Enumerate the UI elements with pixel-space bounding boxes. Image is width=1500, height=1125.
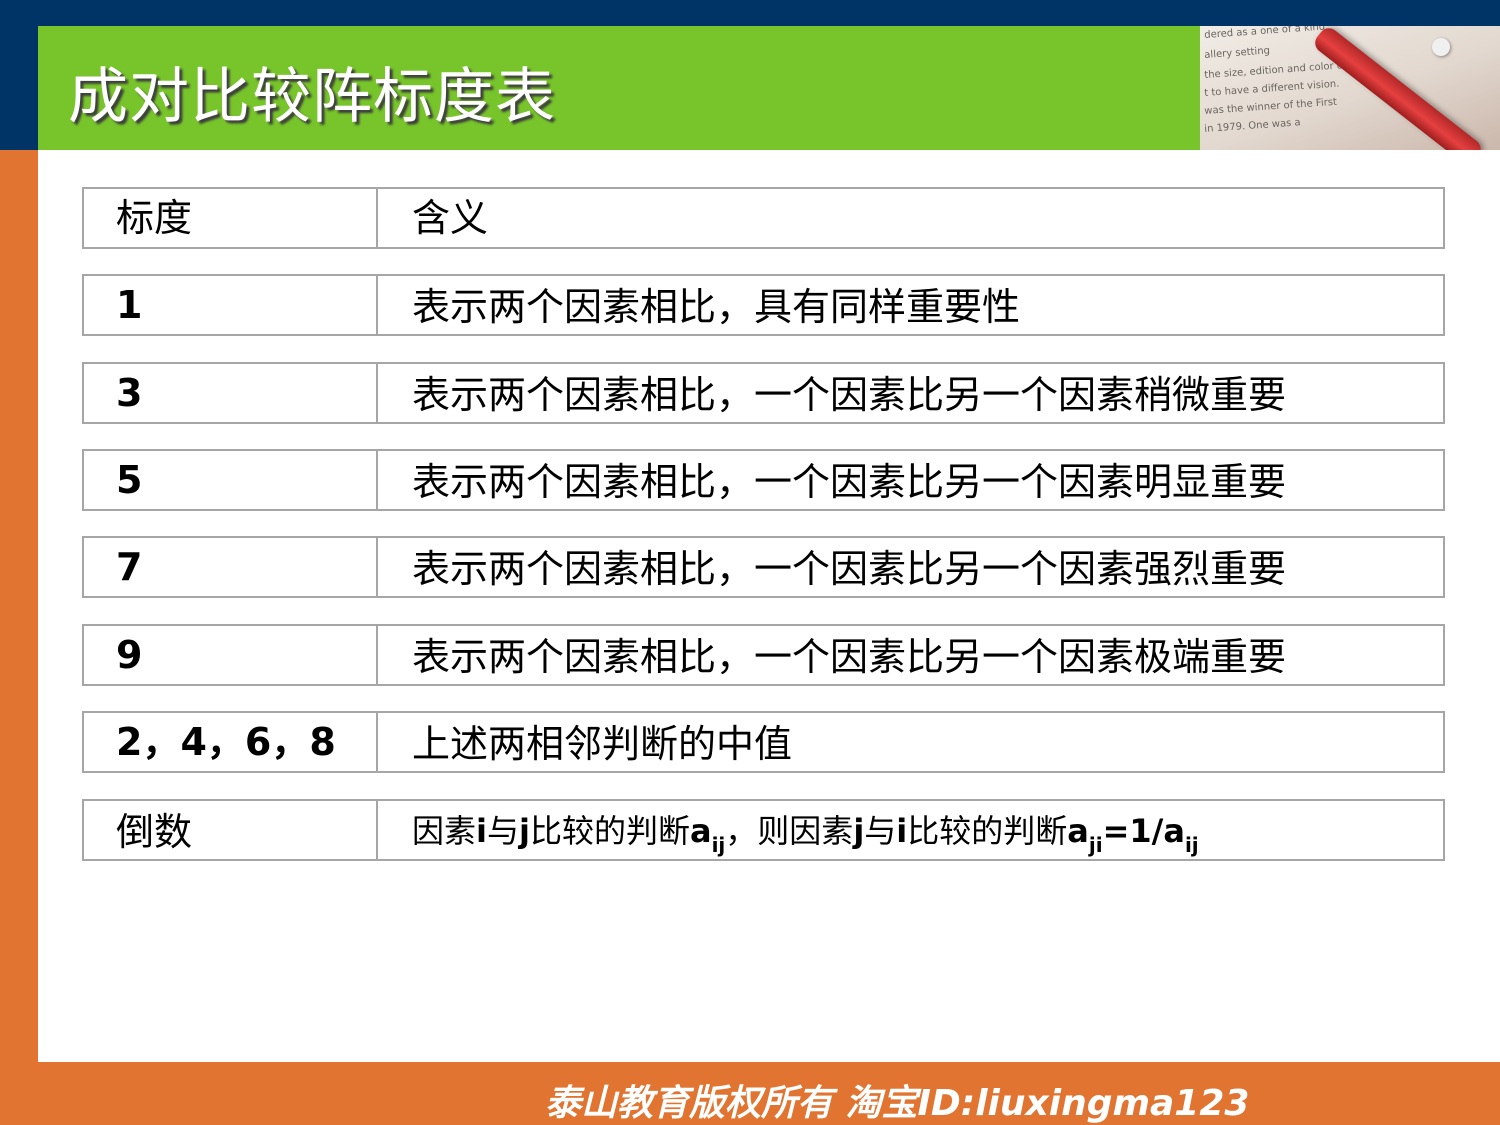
formula-var-j: j [519,812,530,850]
meaning-cell: 表示两个因素相比，一个因素比另一个因素稍微重要 [380,364,1443,422]
formula-var-a: a [689,812,712,850]
meaning-text: 表示两个因素相比，具有同样重要性 [412,285,1021,329]
formula-text: 比较的判断 [529,812,690,850]
photo-text-line: dered as a one of a kind [1204,26,1326,41]
table-row: 3 表示两个因素相比，一个因素比另一个因素稍微重要 [82,362,1445,424]
formula-var-j: j [853,812,865,850]
table-row: 1 表示两个因素相比，具有同样重要性 [82,274,1445,336]
corner-photo: dered as a one of a kind allery setting … [1200,26,1500,150]
meaning-text: 表示两个因素相比，一个因素比另一个因素强烈重要 [412,547,1287,591]
reciprocal-formula: 因素i与j比较的判断aij，则因素j与i比较的判断aji=1/aij [412,811,1199,865]
meaning-cell: 上述两相邻判断的中值 [380,713,1443,771]
table-row: 2，4，6，8 上述两相邻判断的中值 [82,711,1445,773]
footer-copyright: 泰山教育版权所有 淘宝ID:liuxingma123 [545,1083,1250,1124]
scale-value: 5 [116,458,143,502]
scale-cell: 7 [84,538,378,596]
scale-value: 倒数 [116,810,193,854]
scale-value: 9 [116,633,143,677]
header-meaning-cell: 含义 [380,189,1443,247]
photo-text-line: t to have a different vision. [1204,78,1340,99]
meaning-cell: 表示两个因素相比，一个因素比另一个因素强烈重要 [380,538,1443,596]
meaning-text: 表示两个因素相比，一个因素比另一个因素明显重要 [412,460,1287,504]
photo-text-line: allery setting [1204,45,1271,61]
photo-text-line: was the winner of the First [1204,96,1338,117]
formula-text: ，则因素 [725,812,854,850]
scale-cell: 倒数 [84,801,378,859]
table-header-row: 标度 含义 [82,187,1445,249]
table-row-reciprocal: 倒数 因素i与j比较的判断aij，则因素j与i比较的判断aji=1/aij [82,799,1445,861]
meaning-cell: 表示两个因素相比，一个因素比另一个因素极端重要 [380,626,1443,684]
scale-cell: 5 [84,451,378,509]
title-bar: 成对比较阵标度表 [38,26,1200,150]
header-meaning-label: 含义 [412,196,489,240]
formula-subscript: ij [711,833,726,857]
header-scale-cell: 标度 [84,189,378,247]
formula-text: 与 [486,812,519,850]
formula-var-a: a [1163,812,1185,850]
meaning-cell: 表示两个因素相比，一个因素比另一个因素明显重要 [380,451,1443,509]
formula-var-i: i [476,812,487,850]
meaning-text: 表示两个因素相比，一个因素比另一个因素极端重要 [412,635,1287,679]
table-row: 5 表示两个因素相比，一个因素比另一个因素明显重要 [82,449,1445,511]
scale-value: 7 [116,545,143,589]
photo-text-line: in 1979. One was a [1204,117,1302,135]
pen-cap-icon [1432,38,1450,56]
formula-subscript: ij [1184,833,1199,857]
scale-cell: 2，4，6，8 [84,713,378,771]
formula-text: 与 [864,812,897,850]
meaning-cell: 表示两个因素相比，具有同样重要性 [380,276,1443,334]
formula-equals: =1/ [1102,812,1164,850]
scale-cell: 3 [84,364,378,422]
scale-value: 1 [116,283,143,327]
scale-value: 2，4，6，8 [116,720,336,764]
meaning-cell: 因素i与j比较的判断aij，则因素j与i比较的判断aji=1/aij [380,801,1443,859]
table-row: 9 表示两个因素相比，一个因素比另一个因素极端重要 [82,624,1445,686]
table-row: 7 表示两个因素相比，一个因素比另一个因素强烈重要 [82,536,1445,598]
formula-text: 因素 [412,812,477,850]
slide-title: 成对比较阵标度表 [68,62,556,132]
header-scale-label: 标度 [116,196,193,240]
meaning-text: 表示两个因素相比，一个因素比另一个因素稍微重要 [412,373,1287,417]
formula-text: 比较的判断 [907,812,1068,850]
formula-var-a: a [1067,812,1089,850]
formula-subscript: ji [1088,833,1103,857]
scale-cell: 9 [84,626,378,684]
meaning-text: 上述两相邻判断的中值 [412,722,793,766]
scale-value: 3 [116,371,143,415]
formula-var-i: i [896,812,908,850]
scale-cell: 1 [84,276,378,334]
